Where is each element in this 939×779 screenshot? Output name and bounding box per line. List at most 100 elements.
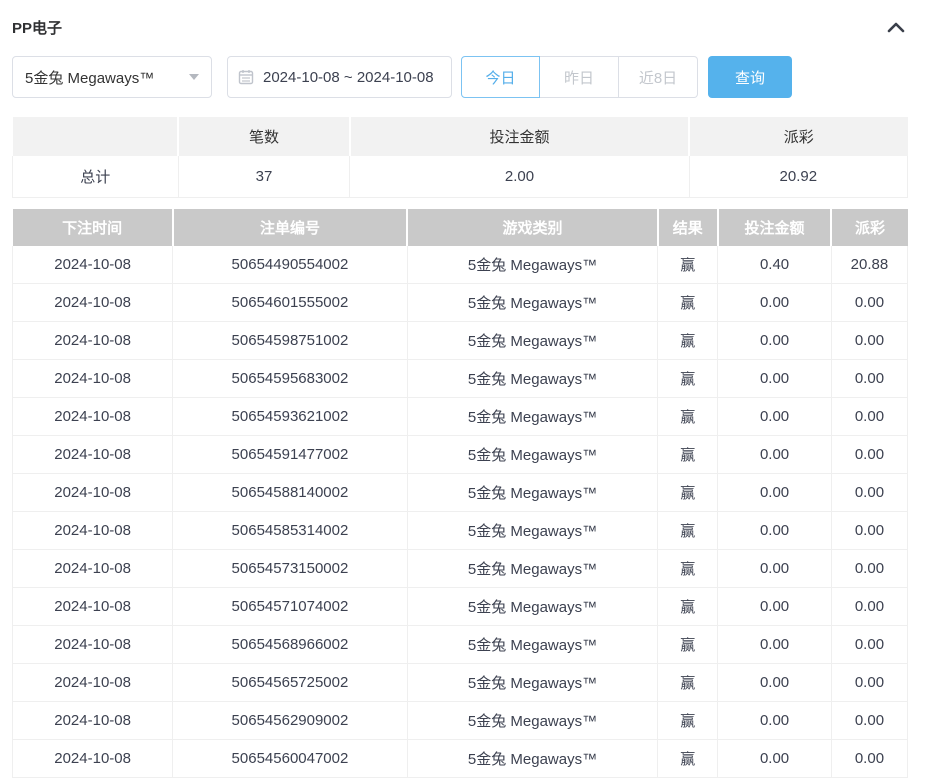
cell-bet-id: 50654593621002 bbox=[173, 398, 407, 436]
cell-date: 2024-10-08 bbox=[13, 702, 173, 740]
cell-date: 2024-10-08 bbox=[13, 474, 173, 512]
cell-bet-id: 50654571074002 bbox=[173, 588, 407, 626]
cell-date: 2024-10-08 bbox=[13, 322, 173, 360]
cell-bet-amount: 0.00 bbox=[718, 550, 832, 588]
cell-bet-amount: 0.00 bbox=[718, 512, 832, 550]
total-payout: 20.92 bbox=[689, 156, 907, 197]
cell-payout: 0.00 bbox=[831, 588, 907, 626]
table-row: 2024-10-08506545710740025金兔 Megaways™赢0.… bbox=[13, 588, 908, 626]
cell-result: 赢 bbox=[658, 664, 718, 702]
cell-bet-amount: 0.00 bbox=[718, 436, 832, 474]
cell-bet-amount: 0.00 bbox=[718, 360, 832, 398]
bets-table-body: 2024-10-08506544905540025金兔 Megaways™赢0.… bbox=[13, 246, 908, 778]
page-title: PP电子 bbox=[12, 17, 62, 38]
cell-game: 5金兔 Megaways™ bbox=[407, 360, 658, 398]
table-row: 2024-10-08506545689660025金兔 Megaways™赢0.… bbox=[13, 626, 908, 664]
header-bet-amount: 投注金额 bbox=[718, 209, 832, 246]
cell-bet-id: 50654585314002 bbox=[173, 512, 407, 550]
table-row: 2024-10-08506544905540025金兔 Megaways™赢0.… bbox=[13, 246, 908, 284]
filter-controls: 5金兔 Megaways™ 2024-10-08 ~ 2024-10-08 今日… bbox=[12, 56, 908, 98]
pp-games-panel: PP电子 5金兔 Megaways™ bbox=[0, 0, 939, 778]
bets-table: 下注时间 注单编号 游戏类别 结果 投注金额 派彩 2024-10-085065… bbox=[12, 209, 908, 779]
cell-bet-amount: 0.00 bbox=[718, 702, 832, 740]
bets-header-row: 下注时间 注单编号 游戏类别 结果 投注金额 派彩 bbox=[13, 209, 908, 246]
cell-payout: 0.00 bbox=[831, 626, 907, 664]
cell-bet-amount: 0.00 bbox=[718, 284, 832, 322]
cell-bet-id: 50654565725002 bbox=[173, 664, 407, 702]
game-select-value: 5金兔 Megaways™ bbox=[25, 67, 154, 88]
cell-date: 2024-10-08 bbox=[13, 740, 173, 778]
game-select[interactable]: 5金兔 Megaways™ bbox=[12, 56, 212, 98]
cell-result: 赢 bbox=[658, 398, 718, 436]
header-bet-id: 注单编号 bbox=[173, 209, 407, 246]
caret-down-icon bbox=[189, 74, 199, 80]
cell-payout: 0.00 bbox=[831, 740, 907, 778]
panel-header: PP电子 bbox=[12, 14, 908, 40]
summary-table: 笔数 投注金额 派彩 总计 37 2.00 20.92 bbox=[12, 117, 908, 198]
cell-result: 赢 bbox=[658, 474, 718, 512]
header-result: 结果 bbox=[658, 209, 718, 246]
cell-bet-id: 50654601555002 bbox=[173, 284, 407, 322]
header-bet-time: 下注时间 bbox=[13, 209, 173, 246]
cell-date: 2024-10-08 bbox=[13, 284, 173, 322]
header-payout: 派彩 bbox=[831, 209, 907, 246]
date-range-input[interactable]: 2024-10-08 ~ 2024-10-08 bbox=[227, 56, 452, 98]
cell-payout: 0.00 bbox=[831, 436, 907, 474]
table-row: 2024-10-08506545853140025金兔 Megaways™赢0.… bbox=[13, 512, 908, 550]
cell-payout: 0.00 bbox=[831, 664, 907, 702]
total-bet-amount: 2.00 bbox=[350, 156, 689, 197]
summary-total-row: 总计 37 2.00 20.92 bbox=[13, 156, 908, 197]
cell-payout: 0.00 bbox=[831, 512, 907, 550]
table-row: 2024-10-08506545629090025金兔 Megaways™赢0.… bbox=[13, 702, 908, 740]
yesterday-button[interactable]: 昨日 bbox=[540, 56, 619, 98]
cell-payout: 0.00 bbox=[831, 550, 907, 588]
chevron-up-icon bbox=[886, 20, 906, 34]
cell-result: 赢 bbox=[658, 360, 718, 398]
cell-bet-id: 50654562909002 bbox=[173, 702, 407, 740]
collapse-panel-button[interactable] bbox=[884, 18, 908, 36]
cell-bet-amount: 0.00 bbox=[718, 740, 832, 778]
cell-game: 5金兔 Megaways™ bbox=[407, 322, 658, 360]
query-button[interactable]: 查询 bbox=[708, 56, 792, 98]
summary-header-bet-amount: 投注金额 bbox=[350, 117, 689, 156]
total-label: 总计 bbox=[13, 156, 179, 197]
summary-header-row: 笔数 投注金额 派彩 bbox=[13, 117, 908, 156]
cell-result: 赢 bbox=[658, 740, 718, 778]
cell-bet-id: 50654598751002 bbox=[173, 322, 407, 360]
cell-bet-id: 50654490554002 bbox=[173, 246, 407, 284]
table-row: 2024-10-08506545731500025金兔 Megaways™赢0.… bbox=[13, 550, 908, 588]
cell-game: 5金兔 Megaways™ bbox=[407, 550, 658, 588]
cell-date: 2024-10-08 bbox=[13, 512, 173, 550]
cell-result: 赢 bbox=[658, 246, 718, 284]
cell-payout: 20.88 bbox=[831, 246, 907, 284]
date-range-value: 2024-10-08 ~ 2024-10-08 bbox=[263, 69, 434, 86]
summary-header-empty bbox=[13, 117, 179, 156]
cell-bet-amount: 0.40 bbox=[718, 246, 832, 284]
cell-result: 赢 bbox=[658, 512, 718, 550]
cell-bet-id: 50654560047002 bbox=[173, 740, 407, 778]
cell-date: 2024-10-08 bbox=[13, 626, 173, 664]
cell-payout: 0.00 bbox=[831, 474, 907, 512]
summary-header-payout: 派彩 bbox=[689, 117, 907, 156]
cell-game: 5金兔 Megaways™ bbox=[407, 246, 658, 284]
cell-date: 2024-10-08 bbox=[13, 588, 173, 626]
summary-header-count: 笔数 bbox=[178, 117, 350, 156]
cell-result: 赢 bbox=[658, 284, 718, 322]
today-button[interactable]: 今日 bbox=[461, 56, 540, 98]
cell-result: 赢 bbox=[658, 626, 718, 664]
table-row: 2024-10-08506546015550025金兔 Megaways™赢0.… bbox=[13, 284, 908, 322]
last-8-days-button[interactable]: 近8日 bbox=[619, 56, 698, 98]
cell-game: 5金兔 Megaways™ bbox=[407, 664, 658, 702]
cell-game: 5金兔 Megaways™ bbox=[407, 626, 658, 664]
header-game-type: 游戏类别 bbox=[407, 209, 658, 246]
cell-game: 5金兔 Megaways™ bbox=[407, 474, 658, 512]
cell-date: 2024-10-08 bbox=[13, 436, 173, 474]
cell-bet-amount: 0.00 bbox=[718, 322, 832, 360]
cell-result: 赢 bbox=[658, 322, 718, 360]
cell-game: 5金兔 Megaways™ bbox=[407, 512, 658, 550]
table-row: 2024-10-08506545914770025金兔 Megaways™赢0.… bbox=[13, 436, 908, 474]
cell-game: 5金兔 Megaways™ bbox=[407, 284, 658, 322]
cell-bet-id: 50654588140002 bbox=[173, 474, 407, 512]
cell-game: 5金兔 Megaways™ bbox=[407, 740, 658, 778]
calendar-icon bbox=[238, 69, 254, 85]
